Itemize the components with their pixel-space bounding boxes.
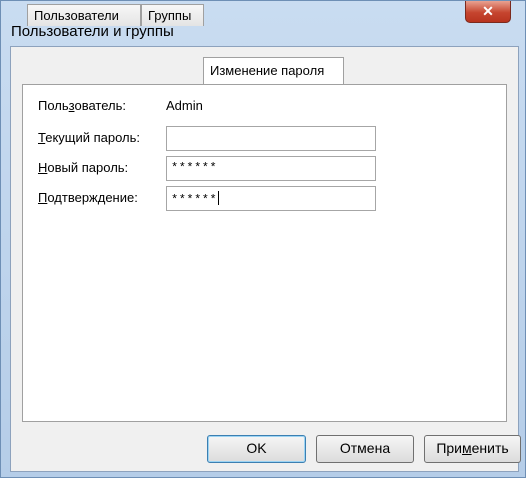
tab-groups[interactable]: Группы	[141, 4, 204, 26]
close-button[interactable]: ✕	[465, 1, 511, 23]
apply-button[interactable]: Применить	[424, 435, 521, 463]
confirm-password-field[interactable]: ******	[166, 186, 376, 211]
current-password-field[interactable]	[166, 126, 376, 151]
close-icon: ✕	[482, 3, 494, 19]
new-password-field[interactable]: ******	[166, 156, 376, 181]
ok-button[interactable]: OK	[207, 435, 306, 463]
tab-users[interactable]: Пользователи	[27, 4, 141, 26]
user-value: Admin	[166, 98, 203, 113]
tab-change-password[interactable]: Изменение пароля	[203, 57, 344, 84]
tab-change-password-label: Изменение пароля	[210, 63, 325, 78]
user-label: Пользователь:	[38, 98, 126, 113]
confirm-password-label: Подтверждение:	[38, 190, 138, 205]
current-password-label: Текущий пароль:	[38, 130, 141, 145]
new-password-label: Новый пароль:	[38, 160, 129, 175]
tab-groups-label: Группы	[148, 8, 192, 23]
tab-users-label: Пользователи	[34, 8, 119, 23]
text-caret	[218, 191, 220, 205]
cancel-button[interactable]: Отмена	[316, 435, 414, 463]
